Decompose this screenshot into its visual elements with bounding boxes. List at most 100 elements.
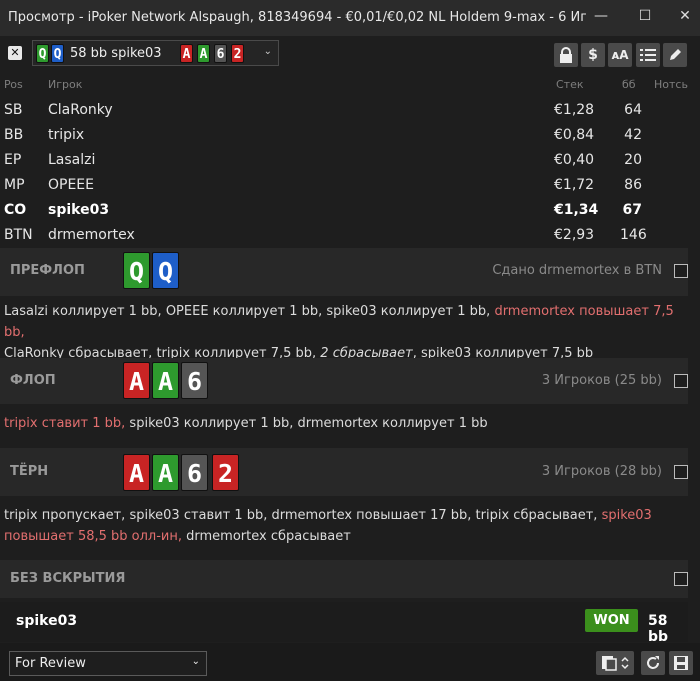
winner-name: spike03 — [16, 613, 78, 629]
showdown-checkbox[interactable] — [674, 572, 688, 586]
hand-selector[interactable]: Q Q 58 bb spike03 A A 6 2 ⌄ — [32, 40, 279, 66]
player-pos: CO — [4, 202, 27, 218]
player-bb: 146 — [620, 227, 647, 243]
player-pos: EP — [4, 152, 22, 168]
board-card: A — [197, 44, 210, 63]
action-text: tripix пропускает, spike03 ставит 1 bb, … — [4, 508, 602, 523]
flop-actions: tripix ставит 1 bb, spike03 коллирует 1 … — [4, 413, 684, 434]
review-select[interactable]: For Review ⌄ — [9, 651, 207, 676]
player-name: spike03 — [48, 202, 110, 218]
lock-icon — [560, 47, 572, 63]
player-row[interactable]: BTN drmemortex €2,93 146 — [0, 223, 700, 248]
review-select-value: For Review — [15, 656, 86, 671]
turn-actions: tripix пропускает, spike03 ставит 1 bb, … — [4, 505, 684, 547]
street-name: ПРЕФЛОП — [10, 263, 85, 278]
board-card: 6 — [214, 44, 227, 63]
player-name: drmemortex — [48, 227, 135, 243]
copy-button[interactable] — [596, 651, 634, 675]
chevron-down-icon: ⌄ — [191, 656, 200, 667]
flop-card: 6 — [181, 362, 208, 399]
preflop-header: ПРЕФЛОП Сдано drmemortex в BTN — [0, 248, 688, 296]
preflop-card: Q — [152, 252, 179, 289]
font-size-button[interactable]: ᴀA — [608, 43, 632, 67]
street-name: БЕЗ ВСКРЫТИЯ — [10, 571, 126, 586]
save-icon — [674, 656, 688, 670]
action-text: Lasalzi коллирует 1 bb, OPEEE коллирует … — [4, 304, 495, 319]
preflop-checkbox[interactable] — [674, 264, 688, 278]
player-bb: 67 — [622, 202, 642, 218]
edit-button[interactable] — [663, 43, 687, 67]
action-text: drmemortex сбрасывает — [182, 529, 351, 544]
player-bb: 42 — [624, 127, 642, 143]
hole-card: Q — [51, 43, 64, 63]
player-name: Lasalzi — [48, 152, 96, 168]
player-bb: 20 — [624, 152, 642, 168]
flop-card: A — [152, 362, 179, 399]
edit-icon — [670, 49, 681, 60]
street-info: Сдано drmemortex в BTN — [492, 263, 662, 278]
turn-checkbox[interactable] — [674, 465, 688, 479]
player-name: OPEEE — [48, 177, 94, 193]
flop-card: A — [123, 362, 150, 399]
flop-header: ФЛОП 3 Игроков (25 bb) — [0, 358, 688, 404]
player-bb: 86 — [624, 177, 642, 193]
close-hand-icon[interactable]: ✕ — [8, 46, 22, 60]
win-amount: 58 bb — [648, 613, 669, 645]
col-notes: Нотсы — [654, 78, 691, 91]
minimize-button[interactable]: — — [586, 4, 616, 28]
action-text: spike03 коллирует 1 bb, drmemortex колли… — [125, 416, 488, 431]
font-size-icon: ᴀA — [611, 48, 629, 62]
player-stack: €1,34 — [554, 202, 599, 218]
title-bar: Просмотр - iPoker Network Alspaugh, 8183… — [0, 0, 700, 36]
showdown-header: БЕЗ ВСКРЫТИЯ — [0, 560, 688, 598]
col-bb: бб — [622, 78, 636, 91]
copy-icon — [602, 656, 629, 671]
player-pos: BB — [4, 127, 24, 143]
player-stack: €1,28 — [554, 102, 595, 118]
board-card: 2 — [231, 44, 244, 63]
board-card: A — [180, 44, 193, 63]
turn-card: A — [152, 454, 179, 491]
player-row[interactable]: EP Lasalzi €0,40 20 — [0, 148, 700, 173]
preflop-actions: Lasalzi коллирует 1 bb, OPEEE коллирует … — [4, 301, 684, 364]
chevron-down-icon: ⌄ — [263, 46, 272, 57]
scrollbar[interactable] — [688, 70, 700, 643]
turn-header: ТЁРН 3 Игроков (28 bb) — [0, 448, 688, 496]
refresh-button[interactable] — [641, 651, 665, 675]
col-stack: Стек — [556, 78, 584, 91]
player-name: ClaRonky — [48, 102, 113, 118]
player-bb: 64 — [624, 102, 642, 118]
currency-button[interactable]: $ — [581, 43, 605, 67]
maximize-button[interactable]: ☐ — [630, 4, 660, 28]
won-badge: WON — [585, 609, 638, 632]
player-row[interactable]: SB ClaRonky €1,28 64 — [0, 98, 700, 123]
player-stack: €0,84 — [554, 127, 595, 143]
preflop-card: Q — [123, 252, 150, 289]
player-stack: €0,40 — [554, 152, 595, 168]
hole-card: Q — [36, 43, 49, 63]
action-bet: tripix ставит 1 bb, — [4, 416, 126, 431]
list-button[interactable] — [636, 43, 660, 67]
save-button[interactable] — [669, 651, 693, 675]
player-name: tripix — [48, 127, 85, 143]
player-pos: BTN — [4, 227, 33, 243]
col-pos: Pos — [4, 78, 23, 91]
hand-label: 58 bb spike03 — [70, 45, 162, 61]
player-stack: €1,72 — [554, 177, 595, 193]
list-icon — [640, 49, 656, 61]
player-row-hero[interactable]: CO spike03 €1,34 67 — [0, 198, 700, 223]
street-name: ФЛОП — [10, 373, 56, 388]
player-pos: MP — [4, 177, 25, 193]
street-name: ТЁРН — [10, 464, 49, 479]
player-stack: €2,93 — [554, 227, 595, 243]
player-row[interactable]: MP OPEEE €1,72 86 — [0, 173, 700, 198]
turn-card: 6 — [181, 454, 208, 491]
player-pos: SB — [4, 102, 23, 118]
close-window-button[interactable]: ✕ — [670, 4, 700, 28]
player-row[interactable]: BB tripix €0,84 42 — [0, 123, 700, 148]
street-info: 3 Игроков (25 bb) — [541, 373, 662, 388]
flop-checkbox[interactable] — [674, 374, 688, 388]
turn-card: A — [123, 454, 150, 491]
col-player: Игрок — [48, 78, 83, 91]
lock-button[interactable] — [554, 43, 578, 67]
